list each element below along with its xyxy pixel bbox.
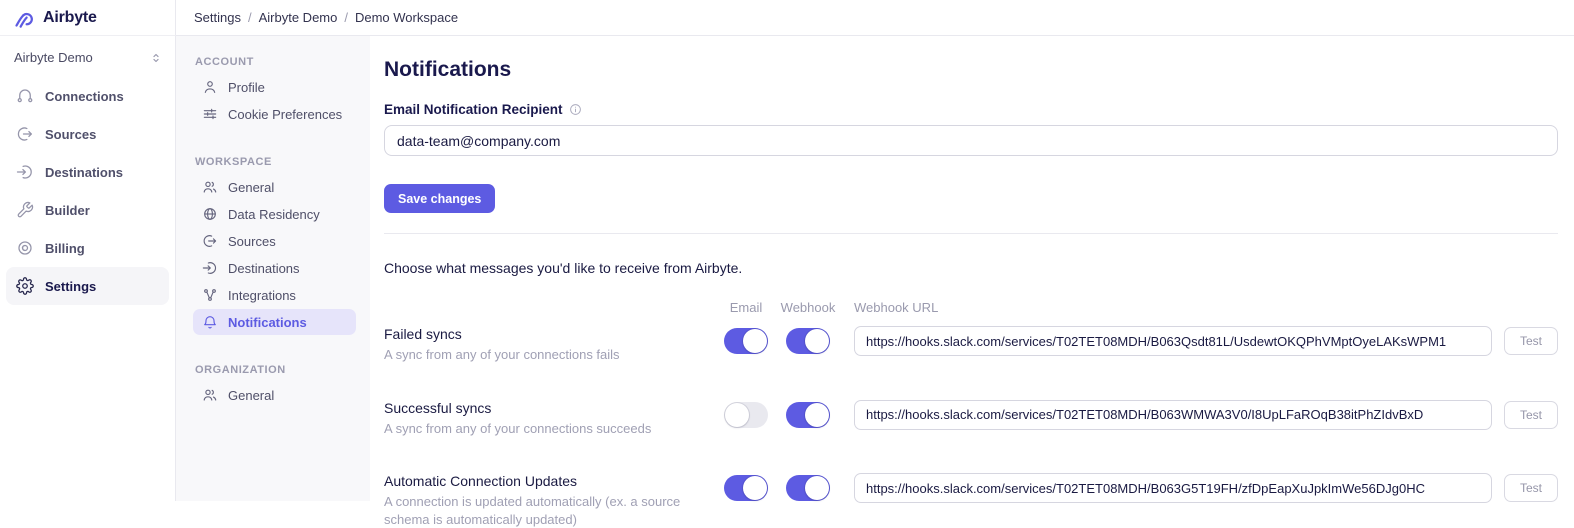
settings-nav-label: General: [228, 180, 274, 195]
settings-nav-item-integrations[interactable]: Integrations: [193, 282, 356, 308]
webhook-url-column-header: Webhook URL: [840, 300, 1492, 315]
settings-nav-label: Notifications: [228, 315, 307, 330]
webhook-toggle[interactable]: [786, 328, 830, 354]
settings-nav-item-destinations[interactable]: Destinations: [193, 255, 356, 281]
section-title-workspace: WORKSPACE: [195, 156, 356, 168]
email-toggle[interactable]: [724, 328, 768, 354]
email-toggle[interactable]: [724, 402, 768, 428]
person-icon: [202, 79, 218, 95]
sliders-icon: [202, 106, 218, 122]
bell-icon: [202, 314, 218, 330]
row-text: Failed syncs A sync from any of your con…: [384, 326, 716, 364]
settings-nav-item-data-residency[interactable]: Data Residency: [193, 201, 356, 227]
sidebar-item-label: Connections: [45, 89, 124, 104]
row-description: A sync from any of your connections succ…: [384, 420, 716, 438]
notifications-panel: Notifications Email Notification Recipie…: [370, 36, 1574, 501]
users-icon: [202, 387, 218, 403]
sidebar-item-label: Billing: [45, 241, 85, 256]
connections-icon: [16, 87, 34, 105]
row-title: Automatic Connection Updates: [384, 473, 716, 489]
sidebar-item-settings[interactable]: Settings: [6, 267, 169, 305]
webhook-url-input[interactable]: [854, 400, 1492, 430]
settings-nav-label: Integrations: [228, 288, 296, 303]
sidebar-item-label: Settings: [45, 279, 96, 294]
info-icon[interactable]: [569, 103, 582, 116]
email-recipient-label-text: Email Notification Recipient: [384, 102, 563, 117]
sidebar-item-builder[interactable]: Builder: [6, 191, 169, 229]
breadcrumb-separator: /: [344, 10, 348, 25]
notifications-description: Choose what messages you'd like to recei…: [384, 260, 1558, 276]
settings-nav-item-org-general[interactable]: General: [193, 382, 356, 408]
email-toggle[interactable]: [724, 475, 768, 501]
workspace-name: Airbyte Demo: [14, 50, 93, 65]
source-icon: [202, 233, 218, 249]
breadcrumb-item-settings[interactable]: Settings: [194, 10, 241, 25]
app-logo[interactable]: Airbyte: [0, 0, 176, 36]
test-webhook-button[interactable]: Test: [1504, 327, 1558, 355]
workspace-switcher[interactable]: Airbyte Demo: [0, 44, 175, 77]
row-text: Successful syncs A sync from any of your…: [384, 400, 716, 438]
section-title-account: ACCOUNT: [195, 56, 356, 68]
app-window: Airbyte Settings / Airbyte Demo / Demo W…: [0, 0, 1574, 501]
settings-nav-label: Cookie Preferences: [228, 107, 342, 122]
test-webhook-button[interactable]: Test: [1504, 474, 1558, 502]
webhook-url-input[interactable]: [854, 326, 1492, 356]
settings-nav-item-general[interactable]: General: [193, 174, 356, 200]
source-icon: [16, 125, 34, 143]
save-changes-button[interactable]: Save changes: [384, 184, 495, 213]
breadcrumb: Settings / Airbyte Demo / Demo Workspace: [176, 0, 1574, 36]
sidebar-item-sources[interactable]: Sources: [6, 115, 169, 153]
webhook-column-header: Webhook: [776, 300, 840, 315]
breadcrumb-item-org[interactable]: Airbyte Demo: [259, 10, 338, 25]
settings-nav-item-profile[interactable]: Profile: [193, 74, 356, 100]
chevron-up-down-icon: [149, 51, 163, 65]
sidebar-item-connections[interactable]: Connections: [6, 77, 169, 115]
settings-nav-item-sources[interactable]: Sources: [193, 228, 356, 254]
sidebar-item-label: Builder: [45, 203, 90, 218]
brand-name: Airbyte: [43, 9, 97, 27]
main-sidebar: Airbyte Demo Connections Sources Destina…: [0, 36, 176, 501]
webhook-toggle[interactable]: [786, 402, 830, 428]
webhook-toggle[interactable]: [786, 475, 830, 501]
email-recipient-label: Email Notification Recipient: [384, 102, 1558, 117]
settings-nav-label: Profile: [228, 80, 265, 95]
notification-row-failed-syncs: Failed syncs A sync from any of your con…: [384, 326, 1558, 364]
divider: [384, 233, 1558, 234]
email-recipient-input[interactable]: [384, 125, 1558, 156]
sidebar-item-label: Sources: [45, 127, 96, 142]
row-description: A connection is updated automatically (e…: [384, 493, 716, 528]
settings-nav-label: Sources: [228, 234, 276, 249]
notifications-table-header: Email Webhook Webhook URL: [384, 300, 1558, 315]
integrations-icon: [202, 287, 218, 303]
destination-icon: [16, 163, 34, 181]
globe-icon: [202, 206, 218, 222]
test-webhook-button[interactable]: Test: [1504, 401, 1558, 429]
sidebar-item-destinations[interactable]: Destinations: [6, 153, 169, 191]
settings-nav-item-notifications[interactable]: Notifications: [193, 309, 356, 335]
settings-nav-label: Destinations: [228, 261, 300, 276]
settings-nav: ACCOUNT Profile Cookie Preferences WORKS…: [176, 36, 370, 501]
settings-nav-item-cookie-preferences[interactable]: Cookie Preferences: [193, 101, 356, 127]
notification-row-successful-syncs: Successful syncs A sync from any of your…: [384, 400, 1558, 438]
row-title: Failed syncs: [384, 326, 716, 342]
row-title: Successful syncs: [384, 400, 716, 416]
billing-icon: [16, 239, 34, 257]
sidebar-item-billing[interactable]: Billing: [6, 229, 169, 267]
page-title: Notifications: [384, 58, 1558, 82]
wrench-icon: [16, 201, 34, 219]
airbyte-logo-icon: [12, 6, 36, 30]
sidebar-item-label: Destinations: [45, 165, 123, 180]
breadcrumb-separator: /: [248, 10, 252, 25]
users-icon: [202, 179, 218, 195]
section-title-organization: ORGANIZATION: [195, 364, 356, 376]
settings-nav-label: General: [228, 388, 274, 403]
row-description: A sync from any of your connections fail…: [384, 346, 716, 364]
webhook-url-input[interactable]: [854, 473, 1492, 503]
breadcrumb-item-workspace[interactable]: Demo Workspace: [355, 10, 458, 25]
content-area: ACCOUNT Profile Cookie Preferences WORKS…: [176, 36, 1574, 501]
settings-nav-label: Data Residency: [228, 207, 320, 222]
gear-icon: [16, 277, 34, 295]
email-column-header: Email: [716, 300, 776, 315]
destination-icon: [202, 260, 218, 276]
